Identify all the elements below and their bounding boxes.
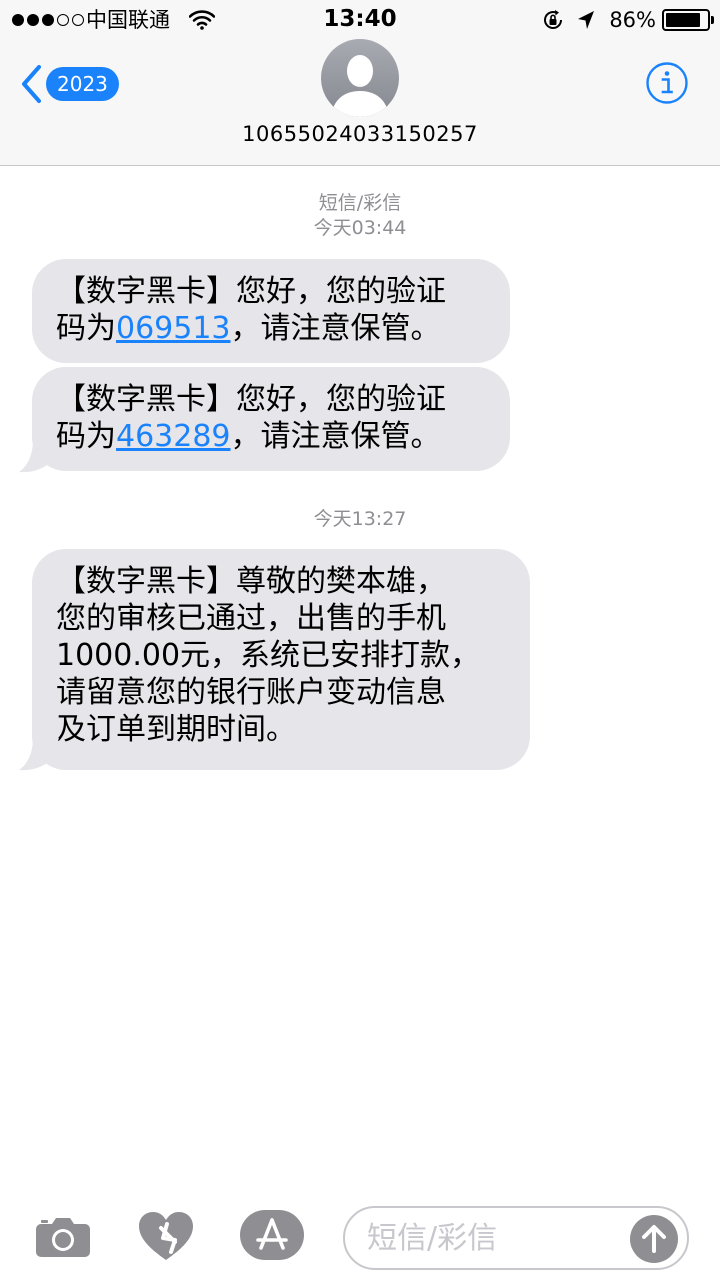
message-bubble[interactable]: 【数字黑卡】您好，您的验证 码为463289，请注意保管。	[32, 367, 510, 471]
message-text: ，请注意保管。	[230, 311, 441, 346]
bubble-tail	[19, 440, 59, 473]
camera-button[interactable]	[35, 1216, 91, 1262]
conversation-header: 中国联通 13:40 86% 2023 10655024033150257	[0, 0, 720, 166]
back-button[interactable]: 2023	[20, 60, 119, 108]
verification-code-link[interactable]: 069513	[116, 311, 231, 346]
status-bar: 中国联通 13:40 86%	[0, 0, 720, 40]
message-text: 1000.00元，系统已安排打款，	[56, 638, 481, 673]
message-text: 及订单到期时间。	[56, 712, 296, 747]
app-store-icon	[240, 1210, 304, 1260]
bubble-tail	[19, 738, 59, 771]
chevron-left-icon	[22, 65, 41, 103]
channel-label: 短信/彩信	[318, 192, 402, 214]
info-icon	[646, 62, 688, 104]
message-bubble[interactable]: 【数字黑卡】您好，您的验证 码为069513，请注意保管。	[32, 259, 510, 363]
contact-number[interactable]: 10655024033150257	[0, 120, 720, 148]
timestamp: 今天13:27	[313, 508, 407, 530]
message-input[interactable]: 短信/彩信	[343, 1206, 689, 1270]
message-text: 【数字黑卡】尊敬的樊本雄，	[56, 564, 446, 599]
app-store-button[interactable]	[240, 1210, 304, 1264]
info-button[interactable]	[645, 61, 689, 105]
location-arrow-icon	[578, 11, 595, 29]
battery-percent: 86%	[609, 8, 656, 32]
message-text: 码为	[56, 311, 116, 346]
message-text: 【数字黑卡】您好，您的验证	[56, 382, 446, 417]
message-text: 请留意您的银行账户变动信息	[56, 675, 446, 710]
camera-icon	[36, 1218, 90, 1257]
message-text: 【数字黑卡】您好，您的验证	[56, 274, 446, 309]
message-input-placeholder: 短信/彩信	[367, 1221, 498, 1256]
send-button[interactable]	[630, 1215, 678, 1263]
digital-touch-heart-icon	[139, 1212, 193, 1260]
message-text: 码为	[56, 419, 116, 454]
message-text: ，请注意保管。	[230, 419, 441, 454]
battery-icon	[662, 9, 714, 31]
person-silhouette-icon	[321, 39, 399, 117]
unread-count-badge: 2023	[46, 67, 119, 101]
message-bubble[interactable]: 【数字黑卡】尊敬的樊本雄， 您的审核已通过，出售的手机 1000.00元，系统已…	[32, 549, 530, 770]
message-text: 您的审核已通过，出售的手机	[56, 601, 446, 636]
messages-screen: 中国联通 13:40 86% 2023 10655024033150257 短信…	[0, 0, 720, 1280]
status-right-group: 86%	[541, 6, 714, 34]
timestamp: 今天03:44	[313, 217, 407, 239]
verification-code-link[interactable]: 463289	[116, 419, 231, 454]
send-arrow-up-icon	[642, 1225, 666, 1253]
digital-touch-button[interactable]	[137, 1210, 195, 1268]
compose-bar: 短信/彩信	[0, 1190, 720, 1280]
orientation-lock-icon	[544, 10, 563, 29]
contact-avatar[interactable]	[321, 39, 399, 117]
